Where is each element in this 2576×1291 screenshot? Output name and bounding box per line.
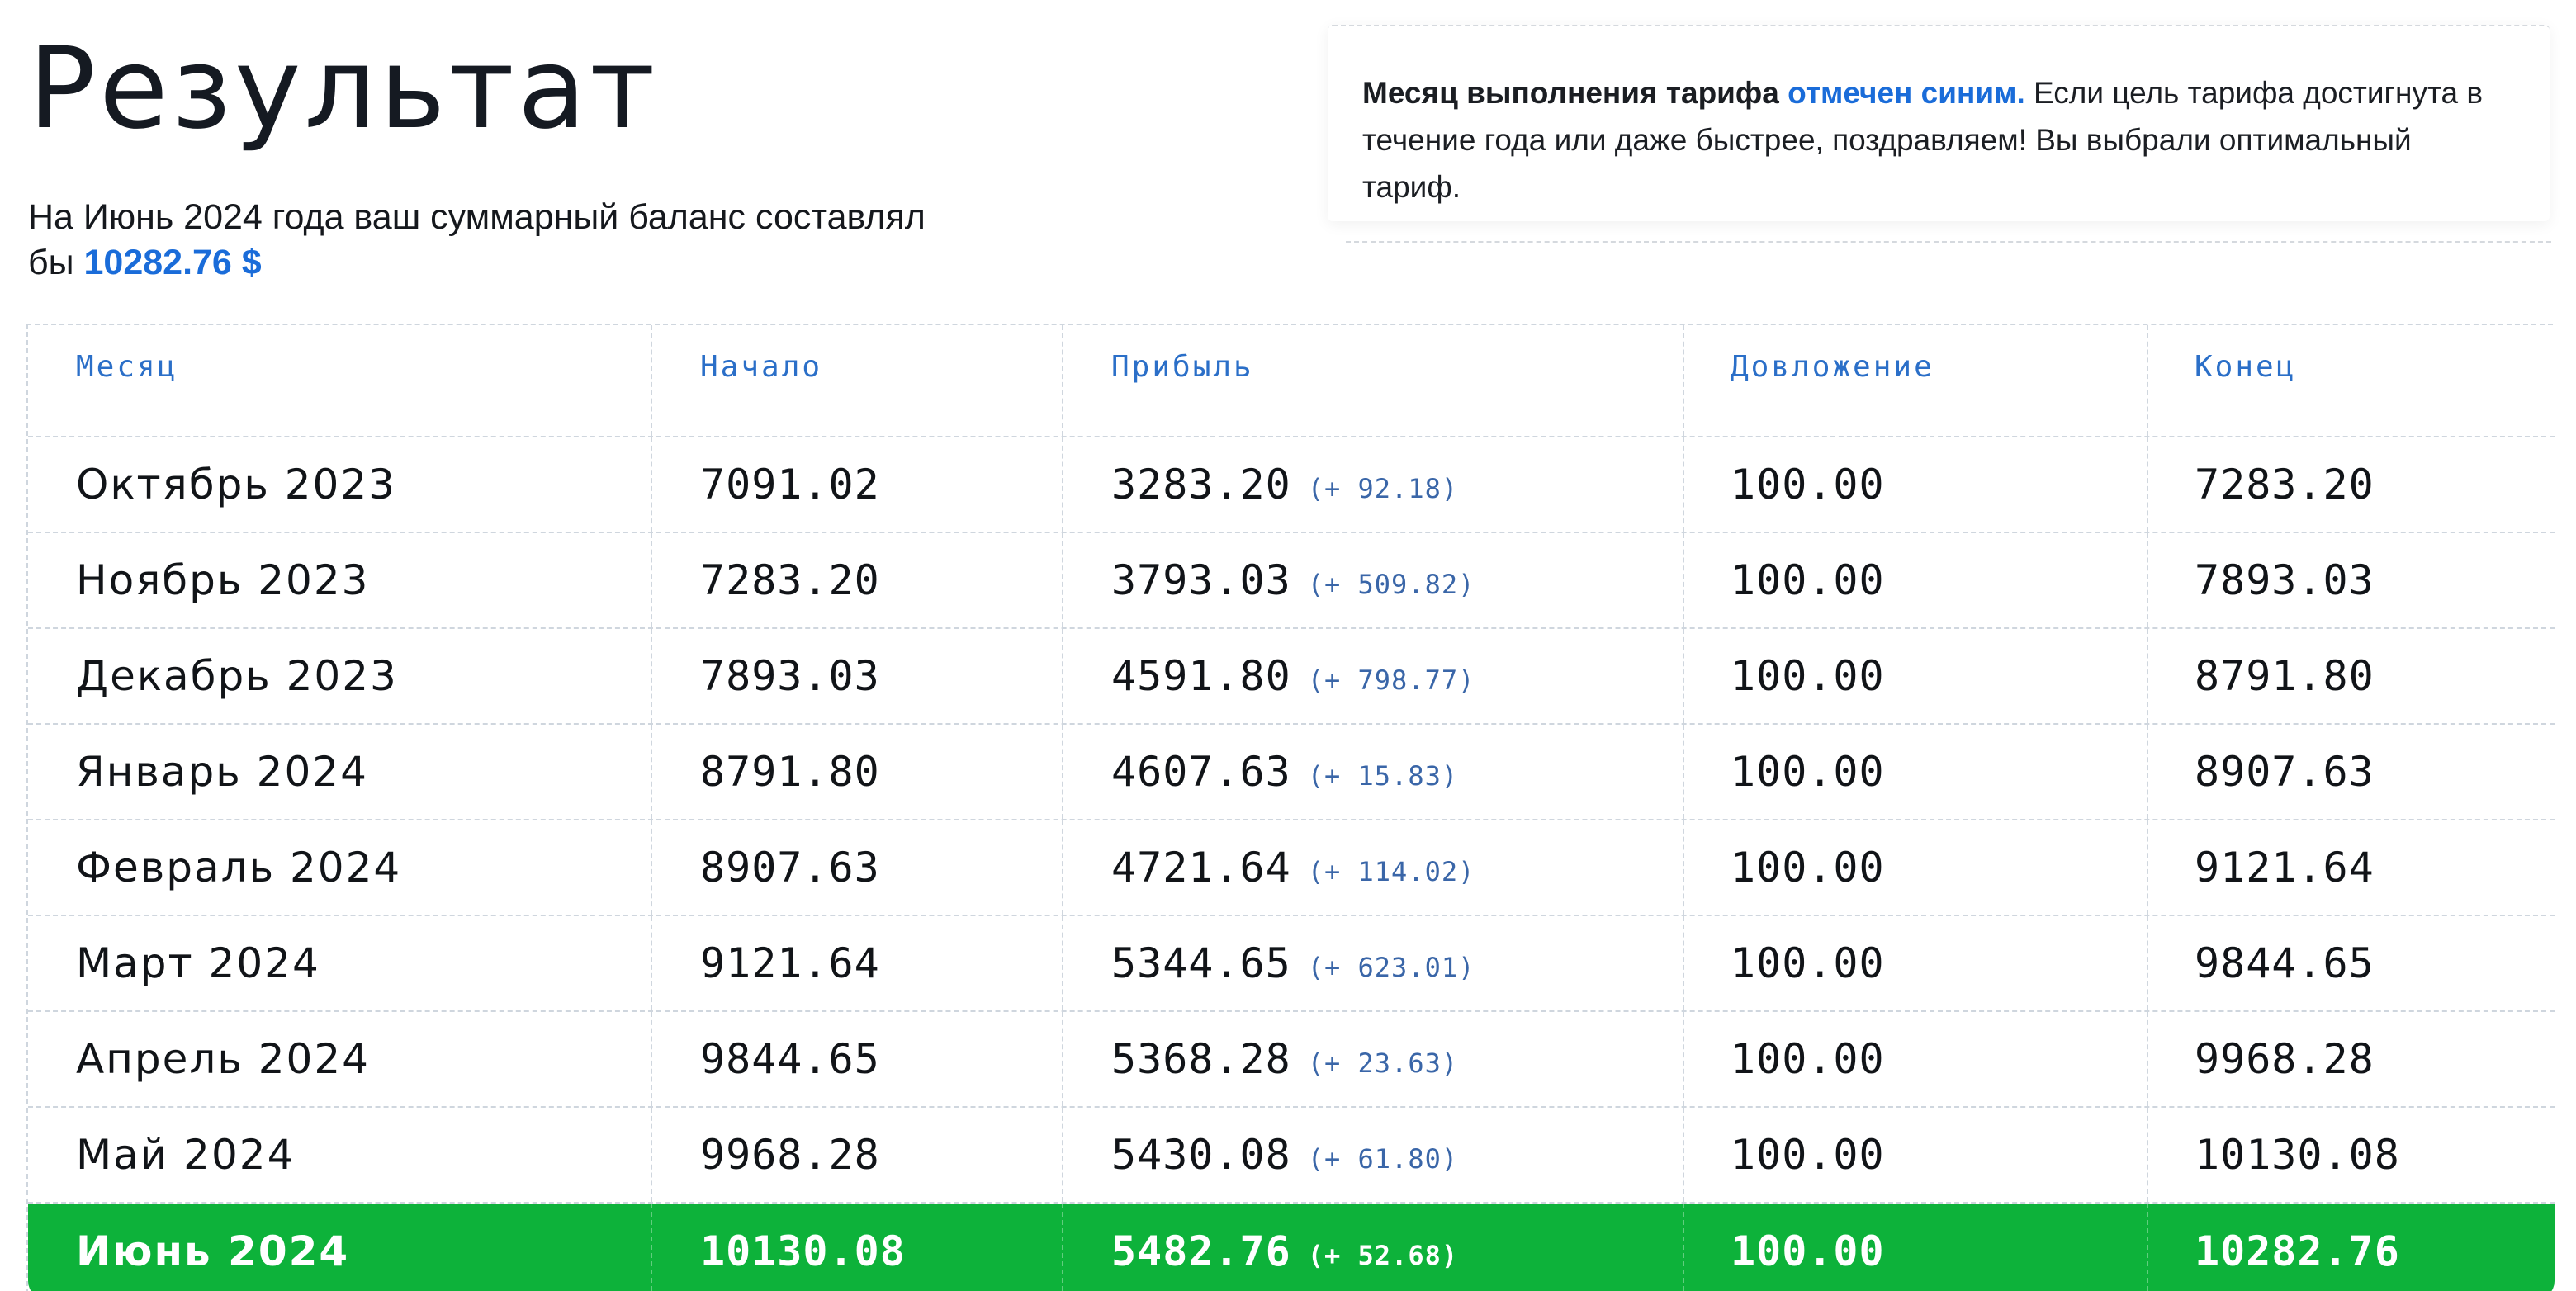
cell-profit: 5368.28 (+ 23.63)	[1063, 1012, 1684, 1106]
cell-month: Июнь 2024	[28, 1204, 652, 1291]
column-header-deposit: Довложение	[1684, 325, 2148, 436]
profit-value: 5344.65	[1111, 939, 1291, 987]
cell-month: Февраль 2024	[28, 820, 652, 915]
column-header-month: Месяц	[28, 325, 652, 436]
cell-month: Октябрь 2023	[28, 437, 652, 532]
profit-delta: (+ 623.01)	[1307, 952, 1475, 983]
cell-end: 8907.63	[2195, 748, 2375, 796]
profit-delta: (+ 114.02)	[1307, 856, 1475, 887]
profit-value: 4607.63	[1111, 748, 1291, 796]
cell-profit: 3793.03 (+ 509.82)	[1063, 533, 1684, 627]
cell-end: 8791.80	[2195, 652, 2375, 700]
cell-deposit: 100.00	[1684, 820, 2148, 915]
cell-end: 10130.08	[2195, 1131, 2400, 1179]
summary-amount: 10282.76 $	[83, 243, 262, 282]
cell-end: 7893.03	[2195, 556, 2375, 604]
profit-value: 3793.03	[1111, 556, 1291, 604]
profit-delta: (+ 798.77)	[1307, 664, 1475, 696]
cell-end: 7283.20	[2195, 461, 2375, 508]
profit-delta: (+ 15.83)	[1307, 760, 1459, 792]
summary-text: На Июнь 2024 года ваш суммарный баланс с…	[28, 195, 936, 286]
table-header-row: Месяц Начало Прибыль Довложение Конец	[28, 325, 2555, 437]
profit-delta: (+ 52.68)	[1307, 1240, 1459, 1271]
cell-profit: 4591.80 (+ 798.77)	[1063, 629, 1684, 723]
page-title: Результат	[28, 24, 659, 154]
profit-delta: (+ 61.80)	[1307, 1143, 1459, 1175]
cell-start: 7893.03	[652, 629, 1063, 723]
cell-deposit: 100.00	[1684, 533, 2148, 627]
table-row: Декабрь 2023 7893.03 4591.80 (+ 798.77) 1…	[28, 629, 2555, 725]
cell-deposit: 100.00	[1684, 1204, 2148, 1291]
cell-start: 8907.63	[652, 820, 1063, 915]
cell-start: 7091.02	[652, 437, 1063, 532]
table-row: Октябрь 2023 7091.02 3283.20 (+ 92.18) 10…	[28, 437, 2555, 533]
profit-value: 5482.76	[1111, 1227, 1291, 1275]
tariff-note: Месяц выполнения тарифа отмечен синим. Е…	[1328, 25, 2550, 221]
table-row-highlighted: Июнь 2024 10130.08 5482.76 (+ 52.68) 100.…	[28, 1204, 2555, 1291]
cell-end: 9968.28	[2195, 1035, 2375, 1083]
profit-value: 5430.08	[1111, 1131, 1291, 1179]
column-header-end: Конец	[2195, 350, 2297, 384]
profit-value: 4591.80	[1111, 652, 1291, 700]
cell-end: 9844.65	[2195, 939, 2375, 987]
column-header-start: Начало	[652, 325, 1063, 436]
column-header-profit: Прибыль	[1063, 325, 1684, 436]
table-row: Май 2024 9968.28 5430.08 (+ 61.80) 100.00…	[28, 1108, 2555, 1204]
result-page: Результат На Июнь 2024 года ваш суммарны…	[0, 0, 2576, 1291]
cell-month: Март 2024	[28, 916, 652, 1010]
cell-profit: 5430.08 (+ 61.80)	[1063, 1108, 1684, 1202]
cell-month: Декабрь 2023	[28, 629, 652, 723]
table-row: Апрель 2024 9844.65 5368.28 (+ 23.63) 100…	[28, 1012, 2555, 1108]
profit-delta: (+ 509.82)	[1307, 569, 1475, 600]
cell-deposit: 100.00	[1684, 629, 2148, 723]
cell-start: 9121.64	[652, 916, 1063, 1010]
cell-deposit: 100.00	[1684, 1108, 2148, 1202]
profit-delta: (+ 92.18)	[1307, 473, 1459, 504]
cell-end: 10282.76	[2195, 1227, 2400, 1275]
cell-profit: 5344.65 (+ 623.01)	[1063, 916, 1684, 1010]
profit-value: 3283.20	[1111, 461, 1291, 508]
cell-month: Май 2024	[28, 1108, 652, 1202]
cell-start: 10130.08	[652, 1204, 1063, 1291]
note-blue: отмечен синим.	[1788, 76, 2025, 110]
cell-deposit: 100.00	[1684, 437, 2148, 532]
table-row: Март 2024 9121.64 5344.65 (+ 623.01) 100.…	[28, 916, 2555, 1012]
table-row: Февраль 2024 8907.63 4721.64 (+ 114.02) 1…	[28, 820, 2555, 916]
cell-profit: 4607.63 (+ 15.83)	[1063, 725, 1684, 819]
note-divider	[1346, 241, 2551, 243]
cell-profit: 4721.64 (+ 114.02)	[1063, 820, 1684, 915]
cell-month: Апрель 2024	[28, 1012, 652, 1106]
table-row: Ноябрь 2023 7283.20 3793.03 (+ 509.82) 10…	[28, 533, 2555, 629]
profit-delta: (+ 23.63)	[1307, 1047, 1459, 1079]
cell-deposit: 100.00	[1684, 725, 2148, 819]
cell-start: 8791.80	[652, 725, 1063, 819]
profit-value: 5368.28	[1111, 1035, 1291, 1083]
profit-value: 4721.64	[1111, 844, 1291, 891]
cell-profit: 3283.20 (+ 92.18)	[1063, 437, 1684, 532]
cell-end: 9121.64	[2195, 844, 2375, 891]
cell-month: Ноябрь 2023	[28, 533, 652, 627]
cell-start: 9844.65	[652, 1012, 1063, 1106]
cell-start: 9968.28	[652, 1108, 1063, 1202]
cell-profit: 5482.76 (+ 52.68)	[1063, 1204, 1684, 1291]
cell-month: Январь 2024	[28, 725, 652, 819]
cell-deposit: 100.00	[1684, 1012, 2148, 1106]
cell-deposit: 100.00	[1684, 916, 2148, 1010]
cell-start: 7283.20	[652, 533, 1063, 627]
results-table: Месяц Начало Прибыль Довложение Конец Ок…	[26, 324, 2555, 1291]
note-bold: Месяц выполнения тарифа	[1362, 76, 1779, 110]
table-row: Январь 2024 8791.80 4607.63 (+ 15.83) 100…	[28, 725, 2555, 820]
